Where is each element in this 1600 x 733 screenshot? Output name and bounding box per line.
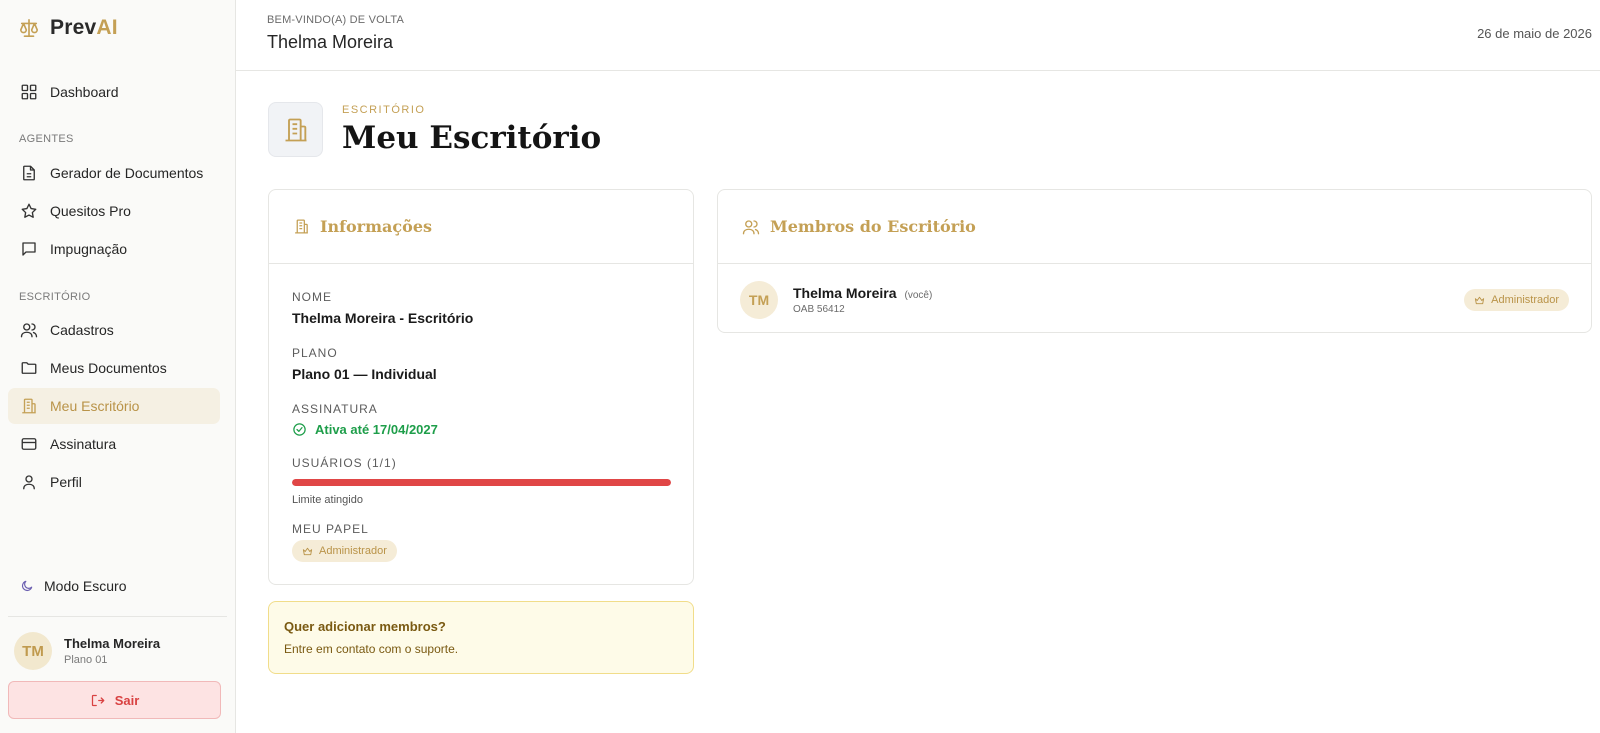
top-header: BEM-VINDO(A) DE VOLTA Thelma Moreira 26 …	[236, 0, 1600, 71]
building-icon	[295, 219, 308, 234]
users-icon	[20, 323, 38, 338]
building-icon	[285, 118, 306, 141]
member-role-label: Administrador	[1491, 294, 1559, 306]
nav-section-agents: AGENTES	[19, 133, 74, 145]
users-progress-bar	[292, 479, 671, 486]
member-oab: OAB 56412	[793, 304, 845, 315]
member-name: Thelma Moreira	[793, 285, 897, 301]
crown-icon	[1475, 296, 1485, 304]
user-icon	[23, 475, 35, 490]
nav-meu-escritorio[interactable]: Meu Escritório	[8, 388, 220, 424]
page-title: Meu Escritório	[342, 120, 602, 156]
members-card-header: Membros do Escritório	[718, 190, 1591, 264]
nav-quesitos-pro[interactable]: Quesitos Pro	[8, 193, 220, 229]
users-progress-fill	[292, 479, 671, 486]
current-date: 26 de maio de 2026	[1477, 26, 1592, 41]
members-card: Membros do Escritório TM Thelma Moreira (…	[717, 189, 1592, 333]
file-text-icon	[23, 165, 35, 181]
nav-perfil[interactable]: Perfil	[8, 464, 220, 500]
nav-dashboard-label: Dashboard	[50, 84, 119, 100]
member-name-line: Thelma Moreira (você)	[793, 285, 932, 301]
message-square-icon	[22, 242, 36, 256]
logout-icon	[91, 694, 105, 706]
sidebar-user-name: Thelma Moreira	[64, 636, 161, 651]
star-icon	[21, 203, 37, 218]
nav-document-generator-label: Gerador de Documentos	[50, 165, 204, 181]
members-card-title: Membros do Escritório	[770, 217, 976, 236]
subscription-status-text: Ativa até 17/04/2027	[315, 422, 438, 437]
sidebar-user-plan: Plano 01	[64, 654, 108, 666]
dark-mode-toggle[interactable]: Modo Escuro	[20, 578, 126, 594]
logout-button[interactable]: Sair	[8, 681, 221, 719]
member-avatar: TM	[740, 281, 778, 319]
field-name-value: Thelma Moreira - Escritório	[292, 310, 474, 326]
nav-meu-escritorio-label: Meu Escritório	[50, 398, 140, 414]
dark-mode-label: Modo Escuro	[44, 578, 127, 594]
notice-title: Quer adicionar membros?	[284, 619, 446, 634]
info-card-title: Informações	[320, 217, 432, 236]
sidebar: PrevAI Dashboard AGENTES Gerador de Docu…	[0, 0, 236, 733]
check-circle-icon	[293, 423, 306, 436]
field-subscription-label: ASSINATURA	[292, 402, 378, 416]
nav-dashboard[interactable]: Dashboard	[8, 74, 220, 110]
role-badge: Administrador	[292, 540, 397, 562]
nav-cadastros-label: Cadastros	[50, 322, 114, 338]
sidebar-divider	[8, 616, 227, 617]
info-card: Informações NOME Thelma Moreira - Escrit…	[268, 189, 694, 585]
credit-card-icon	[21, 438, 37, 450]
nav-document-generator[interactable]: Gerador de Documentos	[8, 155, 220, 191]
add-members-notice: Quer adicionar membros? Entre em contato…	[268, 601, 694, 674]
nav-meus-documentos[interactable]: Meus Documentos	[8, 350, 220, 386]
field-users-label: USUÁRIOS (1/1)	[292, 456, 397, 470]
crown-icon	[302, 547, 313, 555]
sidebar-user: TM Thelma Moreira Plano 01	[14, 632, 160, 670]
field-name-label: NOME	[292, 290, 332, 304]
nav-assinatura-label: Assinatura	[50, 436, 117, 452]
app-logo[interactable]: PrevAI	[18, 16, 118, 40]
page-eyebrow: ESCRITÓRIO	[342, 104, 426, 116]
building-icon	[22, 398, 36, 414]
notice-text: Entre em contato com o suporte.	[284, 642, 459, 656]
subscription-status: Ativa até 17/04/2027	[292, 422, 438, 437]
member-row[interactable]: TM Thelma Moreira (você) OAB 56412 Admini…	[740, 280, 1569, 320]
nav-cadastros[interactable]: Cadastros	[8, 312, 220, 348]
welcome-text: BEM-VINDO(A) DE VOLTA	[267, 14, 405, 26]
nav-assinatura[interactable]: Assinatura	[8, 426, 220, 462]
nav-meus-documentos-label: Meus Documentos	[50, 360, 167, 376]
users-icon	[742, 219, 760, 234]
folder-icon	[21, 362, 37, 374]
moon-icon	[22, 580, 33, 591]
field-plan-value: Plano 01 — Individual	[292, 366, 437, 382]
users-limit-text: Limite atingido	[292, 494, 363, 506]
member-you-tag: (você)	[904, 290, 933, 301]
member-role-badge: Administrador	[1464, 289, 1569, 311]
nav-quesitos-pro-label: Quesitos Pro	[50, 203, 131, 219]
role-badge-label: Administrador	[319, 545, 387, 557]
app-name: PrevAI	[50, 16, 118, 39]
avatar: TM	[14, 632, 52, 670]
nav-impugnacao[interactable]: Impugnação	[8, 231, 220, 267]
header-user-name: Thelma Moreira	[267, 32, 394, 52]
info-card-header: Informações	[269, 190, 693, 264]
field-role-label: MEU PAPEL	[292, 522, 369, 536]
logout-label: Sair	[114, 692, 140, 708]
grid-icon	[21, 84, 37, 100]
nav-impugnacao-label: Impugnação	[50, 241, 128, 257]
scale-icon	[20, 19, 38, 37]
nav-perfil-label: Perfil	[50, 474, 82, 490]
nav-section-office: ESCRITÓRIO	[19, 291, 91, 303]
page-title-icon-box	[268, 102, 323, 157]
field-plan-label: PLANO	[292, 346, 338, 360]
